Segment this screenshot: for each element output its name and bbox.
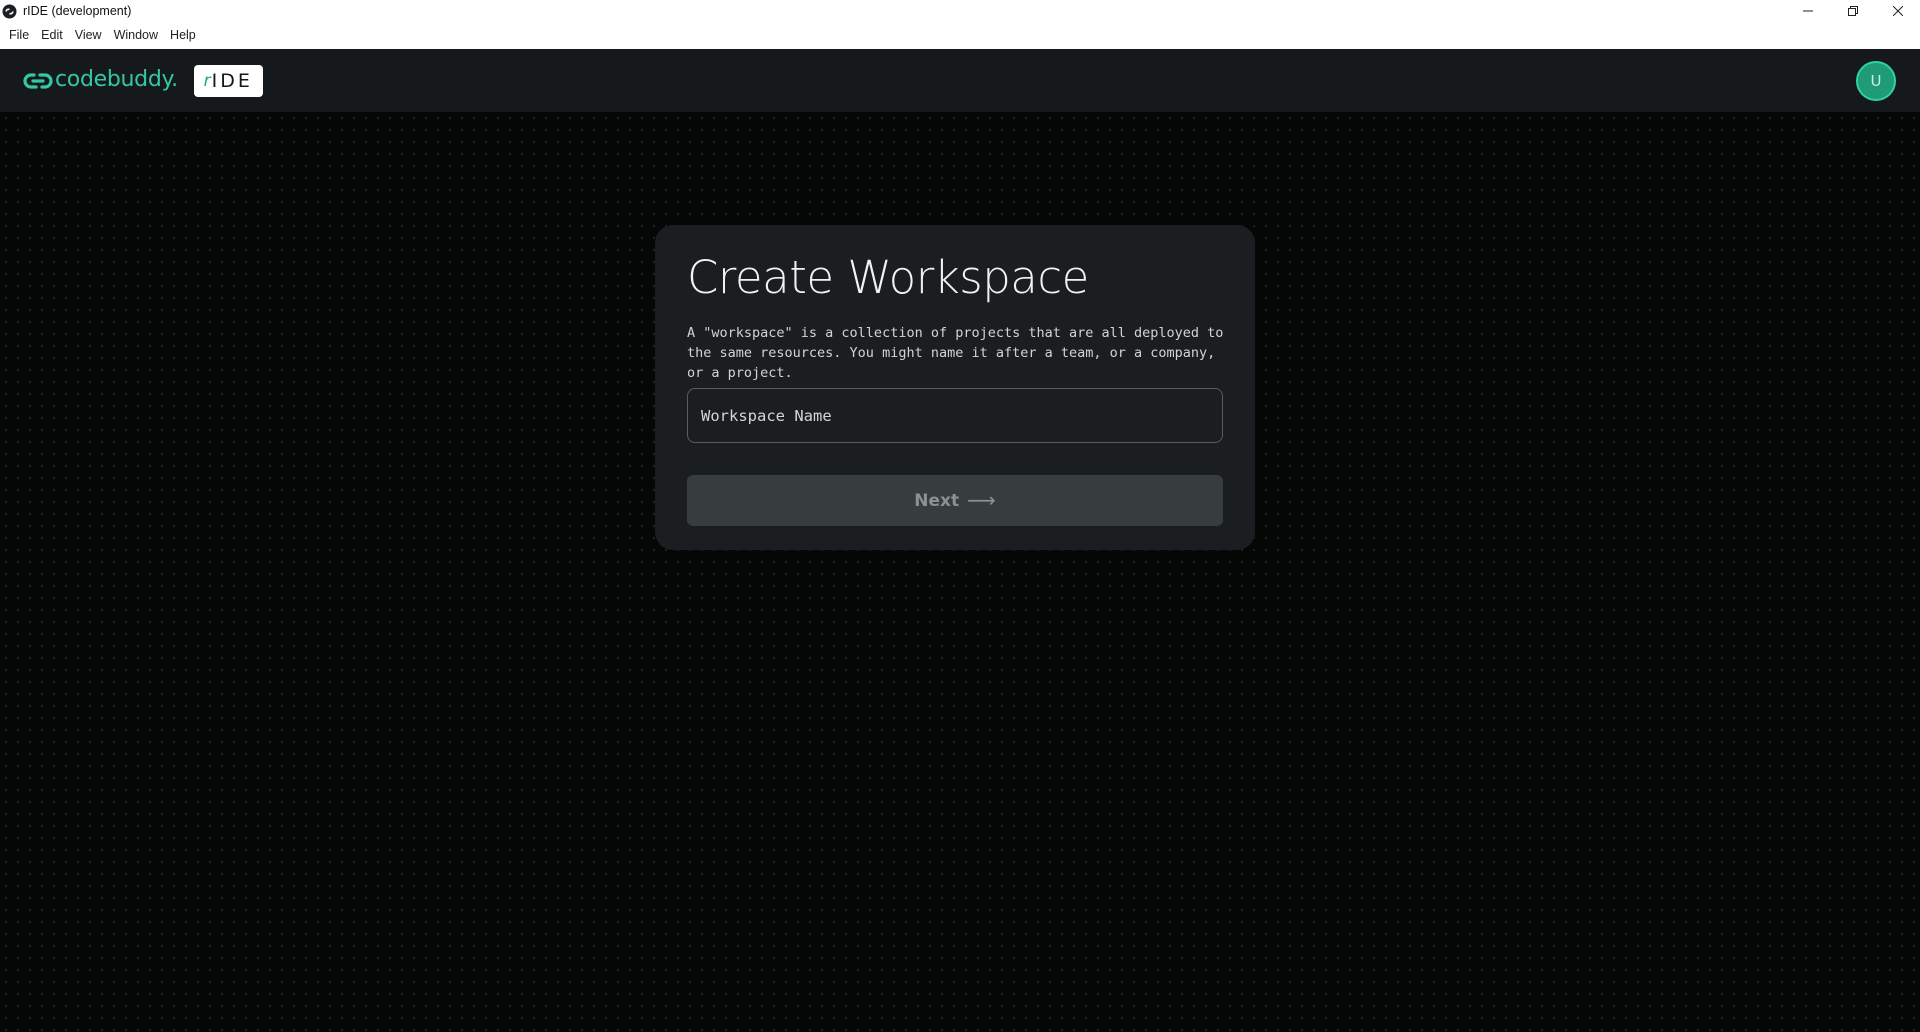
- ride-badge-label: IDE: [211, 69, 253, 92]
- ride-badge: r IDE: [193, 64, 263, 97]
- workspace-name-input[interactable]: [687, 388, 1223, 443]
- window-title: rIDE (development): [23, 4, 132, 18]
- restore-icon: [1847, 6, 1858, 16]
- next-button-label: Next: [914, 490, 960, 511]
- menu-window[interactable]: Window: [108, 22, 164, 49]
- window-titlebar: rIDE (development): [0, 0, 1920, 22]
- menu-bar: File Edit View Window Help: [0, 22, 1920, 49]
- user-avatar[interactable]: U: [1856, 61, 1896, 101]
- card-title: Create Workspace: [687, 251, 1089, 304]
- create-workspace-card: Create Workspace A "workspace" is a coll…: [655, 225, 1255, 550]
- menu-view[interactable]: View: [69, 22, 108, 49]
- brand-logo[interactable]: codebuddy.: [23, 66, 178, 93]
- window-controls: [1785, 0, 1920, 22]
- codebuddy-logo-icon: [23, 72, 53, 89]
- minimize-button[interactable]: [1785, 0, 1830, 22]
- minimize-icon: [1802, 10, 1813, 12]
- close-button[interactable]: [1875, 0, 1920, 22]
- next-button[interactable]: Next ⟶: [687, 475, 1223, 526]
- close-icon: [1892, 6, 1903, 16]
- app-icon: [2, 4, 17, 19]
- arrow-right-icon: ⟶: [967, 487, 996, 512]
- app-header: codebuddy. r IDE U: [0, 49, 1920, 112]
- card-description: A "workspace" is a collection of project…: [687, 325, 1224, 381]
- menu-edit[interactable]: Edit: [35, 22, 69, 49]
- menu-help[interactable]: Help: [164, 22, 202, 49]
- menu-file[interactable]: File: [3, 22, 35, 49]
- brand-name: codebuddy.: [55, 66, 178, 92]
- restore-button[interactable]: [1830, 0, 1875, 22]
- ride-badge-prefix: r: [203, 70, 211, 91]
